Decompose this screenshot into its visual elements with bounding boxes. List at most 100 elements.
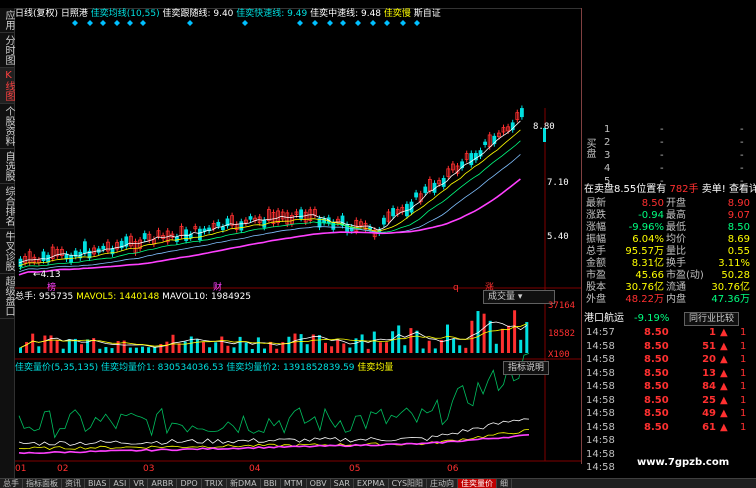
- volume-bar: [494, 343, 498, 353]
- volume-bar: [488, 320, 492, 353]
- date-label: 03: [143, 464, 155, 474]
- volume-bar: [378, 342, 382, 353]
- volume-bar: [208, 347, 212, 353]
- volume-bar: [372, 331, 376, 353]
- candle-body: [414, 192, 419, 198]
- tick-price: 8.50: [644, 340, 669, 352]
- chart-tag[interactable]: q: [453, 282, 459, 294]
- volume-bar: [409, 328, 413, 353]
- sector-name[interactable]: 港口航运: [584, 313, 624, 324]
- candle-body: [239, 221, 244, 231]
- volume-bar: [128, 347, 132, 353]
- signal-marker: [242, 20, 248, 26]
- signal-marker: [384, 20, 390, 26]
- volume-bar: [458, 345, 462, 353]
- volume-bar: [195, 339, 199, 353]
- orderbook-price: -: [660, 137, 664, 148]
- tick-volume: 84: [702, 381, 716, 392]
- indicator-explain-button[interactable]: 指标说明: [503, 361, 550, 375]
- candle-body: [41, 251, 46, 262]
- volume-bar: [19, 347, 22, 353]
- tick-time: 14:58: [586, 367, 615, 379]
- tick-time: 14:58: [586, 408, 615, 419]
- candle-body: [142, 233, 147, 240]
- volume-select[interactable]: 成交量 ▾: [483, 290, 555, 304]
- candle-body: [299, 209, 304, 219]
- tick-time: 14:58: [586, 394, 615, 406]
- sidebar-tab-profile[interactable]: 个股资料: [0, 104, 14, 149]
- tick-time: 14:58: [586, 448, 615, 460]
- orderbook-volume: -: [740, 163, 744, 174]
- sector-pct: -9.19%: [634, 313, 670, 324]
- tick-row: 14:58 8.50 84 ▲ 1: [584, 380, 755, 394]
- sidebar-tab-kline[interactable]: K线图: [0, 68, 14, 104]
- volume-bar: [464, 347, 468, 353]
- stat-row: 外盘 48.22万 内盘 47.36万: [584, 294, 755, 305]
- orderbook-row[interactable]: 3 - -: [584, 150, 755, 161]
- volume-bar: [360, 334, 364, 353]
- sidebar-tab-apps[interactable]: 应用: [0, 8, 14, 33]
- stat-value: 30.76亿: [625, 282, 664, 293]
- orderbook-volume: -: [740, 124, 744, 135]
- up-arrow-icon: ▲: [720, 327, 728, 338]
- volume-bar: [317, 335, 321, 353]
- volume-bar: [287, 336, 291, 353]
- date-label: 05: [349, 464, 361, 474]
- orderbook-price: -: [660, 150, 664, 161]
- tick-price: 8.50: [644, 381, 669, 392]
- volume-bar: [513, 310, 517, 353]
- stat-value: 30.76亿: [711, 282, 750, 293]
- candle-body: [381, 217, 386, 225]
- candle-body: [197, 228, 202, 241]
- signal-marker: [187, 20, 193, 26]
- signal-marker: [400, 20, 406, 26]
- volume-axis-mid: 18582: [548, 329, 576, 339]
- stat-label: 换手: [666, 258, 686, 269]
- tick-time: 14:58: [586, 435, 615, 446]
- tick-time: 14:58: [586, 421, 615, 433]
- sidebar-tab-superdisk[interactable]: 超级盘口: [0, 274, 14, 319]
- tick-price: 8.50: [644, 367, 669, 379]
- sidebar-tab-watchlist[interactable]: 自选股: [0, 149, 14, 184]
- stat-label: 涨幅: [586, 222, 606, 233]
- volume-bar: [104, 347, 108, 353]
- kline-chart[interactable]: [15, 8, 581, 464]
- tick-row: 14:58: [584, 434, 755, 448]
- stat-row: 总手 95.57万 量比 0.55: [584, 246, 755, 257]
- volume-bar: [500, 328, 504, 353]
- candle-body: [64, 253, 69, 260]
- orderbook-row[interactable]: 1 - -: [584, 124, 755, 135]
- sidebar-tab-ranking[interactable]: 综合排名: [0, 184, 14, 229]
- tick-row: 14:58 8.50 51 ▲ 1: [584, 340, 755, 354]
- sidebar-tab-timeshare[interactable]: 分时图: [0, 33, 14, 68]
- tick-row: 14:58 8.50 49 ▲ 1: [584, 407, 755, 421]
- tick-count: 1: [740, 354, 747, 365]
- signal-marker: [140, 20, 146, 26]
- tick-count: 1: [740, 381, 747, 392]
- sidebar-tab-diagnosis[interactable]: 牛叉诊股: [0, 229, 14, 274]
- volume-bar: [366, 348, 370, 353]
- date-label: 06: [447, 464, 459, 474]
- sector-compare-button[interactable]: 同行业比较: [684, 312, 740, 326]
- volume-bar: [263, 348, 266, 353]
- volume-bar: [214, 342, 218, 353]
- watermark: www.7gpzb.com: [637, 457, 730, 468]
- indicator-header: 佳奕量价(5,35,135) 佳奕均量价1: 830534036.53 佳奕均量…: [15, 363, 394, 373]
- tick-volume: 51: [702, 340, 716, 352]
- volume-bar: [202, 341, 205, 353]
- detail-link[interactable]: 查看详细: [729, 184, 756, 195]
- volume-ma-line: [20, 321, 528, 348]
- volume-bar: [336, 339, 340, 353]
- tick-time: 14:58: [586, 340, 615, 352]
- orderbook-row[interactable]: 2 - -: [584, 137, 755, 148]
- candle-body: [248, 216, 253, 220]
- tick-count: 1: [740, 340, 747, 352]
- signal-marker: [414, 20, 420, 26]
- volume-bar: [446, 324, 449, 353]
- orderbook-volume: -: [740, 137, 744, 148]
- orderbook-row[interactable]: 4 - -: [584, 163, 755, 174]
- tick-volume: 61: [702, 421, 716, 433]
- volume-axis-unit: X100: [548, 350, 570, 360]
- stat-row: 振幅 6.04% 均价 8.69: [584, 234, 755, 245]
- up-arrow-icon: ▲: [720, 394, 728, 406]
